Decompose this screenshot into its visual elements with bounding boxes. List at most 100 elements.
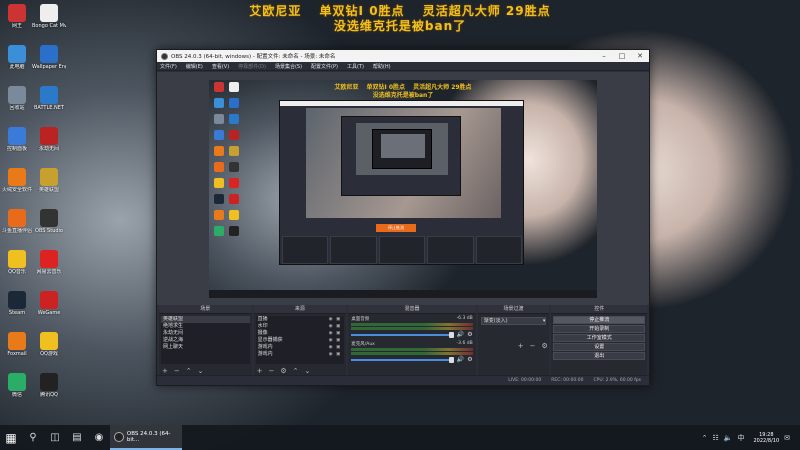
scene-item[interactable]: 绝地求生 — [161, 323, 250, 330]
desktop-icon[interactable]: QQ音乐 — [0, 248, 34, 290]
edge-browser-icon[interactable]: ◉ — [88, 425, 110, 450]
move-up-icon[interactable]: ⌃ — [186, 367, 192, 375]
visibility-lock-icon[interactable]: ◉ ▣ — [329, 337, 342, 344]
desktop-icon[interactable]: 网王 — [0, 2, 34, 44]
transition-select[interactable]: 渐变(淡入) ▾ — [480, 317, 547, 325]
app-icon — [8, 86, 26, 104]
nested-obs-window-2 — [341, 116, 461, 196]
taskbar-obs-app[interactable]: OBS 24.0.3 (64-bit... — [110, 425, 182, 450]
visibility-lock-icon[interactable]: ◉ ▣ — [329, 323, 342, 330]
menu-item[interactable]: 文件(F) — [160, 63, 177, 70]
gear-icon[interactable]: ⚙ — [467, 331, 472, 338]
visibility-lock-icon[interactable]: ◉ ▣ — [329, 351, 342, 358]
network-icon[interactable]: ☷ — [712, 434, 718, 442]
clock[interactable]: 19:28 2022/8/10 — [753, 432, 779, 444]
app-icon — [40, 373, 58, 391]
desktop-icon-label: 此电脑 — [9, 64, 25, 70]
desktop-icon[interactable]: 网易云音乐 — [32, 248, 66, 290]
menu-item[interactable]: 场景集合(S) — [275, 63, 302, 70]
source-item[interactable]: 水印 ◉ ▣ — [256, 323, 345, 330]
minimize-icon[interactable]: – — [595, 52, 613, 60]
control-button[interactable]: 停止推流 — [553, 316, 645, 324]
desktop-icon[interactable]: 斗鱼直播伴侣 — [0, 207, 34, 249]
menu-item[interactable]: 停靠部件(D) — [238, 63, 266, 70]
desktop-icon[interactable]: 腾讯QQ — [32, 371, 66, 413]
move-down-icon[interactable]: ⌄ — [198, 367, 204, 375]
volume-slider[interactable] — [351, 356, 454, 363]
ime-icon[interactable]: 中 — [737, 433, 744, 443]
menu-item[interactable]: 查看(V) — [212, 63, 229, 70]
gear-icon[interactable]: ⚙ — [467, 356, 472, 363]
menu-item[interactable]: 编辑(E) — [186, 63, 203, 70]
move-up-icon[interactable]: ⌃ — [293, 367, 299, 375]
chevron-up-icon[interactable]: ⌃ — [702, 434, 708, 442]
volume-icon[interactable]: 🔈 — [724, 434, 733, 442]
preview-app-icon — [229, 194, 239, 204]
visibility-lock-icon[interactable]: ◉ ▣ — [329, 316, 342, 323]
remove-icon[interactable]: − — [530, 342, 536, 350]
desktop-icon[interactable]: 永劫无间 — [32, 125, 66, 167]
volume-icon[interactable]: 🔊 — [457, 356, 464, 363]
gear-icon[interactable]: ⚙ — [280, 367, 286, 375]
remove-icon[interactable]: − — [174, 367, 180, 375]
obs-title-bar[interactable]: OBS 24.0.3 (64-bit, windows) - 配置文件: 未命名… — [157, 50, 649, 62]
desktop-icon[interactable]: 微信 — [0, 371, 34, 413]
desktop-icon[interactable]: Wallpaper Engine — [32, 43, 66, 85]
desktop-icon[interactable]: 火绒安全软件 — [0, 166, 34, 208]
move-down-icon[interactable]: ⌄ — [305, 367, 311, 375]
volume-slider[interactable] — [351, 331, 454, 338]
slider-handle[interactable] — [448, 331, 454, 338]
scene-item[interactable]: 网上聊天 — [161, 344, 250, 351]
volume-icon[interactable]: 🔊 — [457, 331, 464, 338]
notification-icon[interactable]: ✉ — [784, 434, 790, 442]
scene-item[interactable]: 逆战之海 — [161, 337, 250, 344]
desktop-icon[interactable]: 控制面板 — [0, 125, 34, 167]
fader-row: 🔊 ⚙ — [351, 331, 473, 338]
desktop-icon[interactable]: Foxmail — [0, 330, 34, 372]
preview-canvas[interactable]: 艾欧尼亚 单双钻I 0胜点 灵活超凡大师 29胜点 没选维克托是被ban了 停止… — [209, 80, 597, 298]
slider-handle[interactable] — [448, 356, 454, 363]
task-view-icon[interactable]: ◫ — [44, 425, 66, 450]
desktop-icon[interactable]: 此电脑 — [0, 43, 34, 85]
gear-icon[interactable]: ⚙ — [541, 342, 547, 350]
preview-app-icon — [214, 146, 224, 156]
source-item[interactable]: 游戏内 ◉ ▣ — [256, 344, 345, 351]
visibility-lock-icon[interactable]: ◉ ▣ — [329, 344, 342, 351]
nested-preview — [306, 108, 501, 218]
desktop-icon[interactable]: 英雄联盟 — [32, 166, 66, 208]
desktop-icon[interactable]: QQ游戏 — [32, 330, 66, 372]
menu-item[interactable]: 工具(T) — [347, 63, 364, 70]
start-button[interactable]: ▦ — [0, 425, 22, 450]
menu-item[interactable]: 帮助(H) — [373, 63, 391, 70]
control-button[interactable]: 开始录制 — [553, 325, 645, 333]
search-icon[interactable]: ⚲ — [22, 425, 44, 450]
file-explorer-icon[interactable]: ▤ — [66, 425, 88, 450]
desktop-icon[interactable]: Steam — [0, 289, 34, 331]
source-item[interactable]: 直播 ◉ ▣ — [256, 316, 345, 323]
desktop-icon[interactable]: 回收站 — [0, 84, 34, 126]
maximize-icon[interactable]: □ — [613, 52, 631, 60]
menu-item[interactable]: 配置文件(P) — [311, 63, 338, 70]
source-item[interactable]: 显示器捕获 ◉ ▣ — [256, 337, 345, 344]
remove-icon[interactable]: − — [268, 367, 274, 375]
add-icon[interactable]: + — [518, 342, 524, 350]
control-button[interactable]: 设置 — [553, 343, 645, 351]
desktop-icon[interactable]: BATTLE.NET — [32, 84, 66, 126]
control-button[interactable]: 退出 — [553, 352, 645, 360]
add-icon[interactable]: + — [257, 367, 263, 375]
source-item[interactable]: 摄像 ◉ ▣ — [256, 330, 345, 337]
source-item[interactable]: 游戏内 ◉ ▣ — [256, 351, 345, 358]
scene-item[interactable]: 永劫无间 — [161, 330, 250, 337]
clock-date: 2022/8/10 — [753, 437, 780, 444]
sources-list[interactable]: 直播 ◉ ▣ 水印 ◉ ▣ 摄像 ◉ ▣ 显示器捕获 ◉ ▣ 游戏内 ◉ ▣ 游戏内 ◉ ▣ — [255, 316, 345, 364]
desktop-icon-label: Bongo Cat Mver — [32, 23, 66, 29]
desktop-icon[interactable]: OBS Studio — [32, 207, 66, 249]
scenes-list[interactable]: 英雄联盟 绝地求生 永劫无间 逆战之海 网上聊天 — [161, 316, 250, 364]
close-icon[interactable]: ✕ — [631, 52, 649, 60]
add-icon[interactable]: + — [162, 367, 168, 375]
scene-item[interactable]: 英雄联盟 — [161, 316, 250, 323]
visibility-lock-icon[interactable]: ◉ ▣ — [329, 330, 342, 337]
desktop-icon[interactable]: Bongo Cat Mver — [32, 2, 66, 44]
desktop-icon[interactable]: WeGame — [32, 289, 66, 331]
control-button[interactable]: 工作室模式 — [553, 334, 645, 342]
